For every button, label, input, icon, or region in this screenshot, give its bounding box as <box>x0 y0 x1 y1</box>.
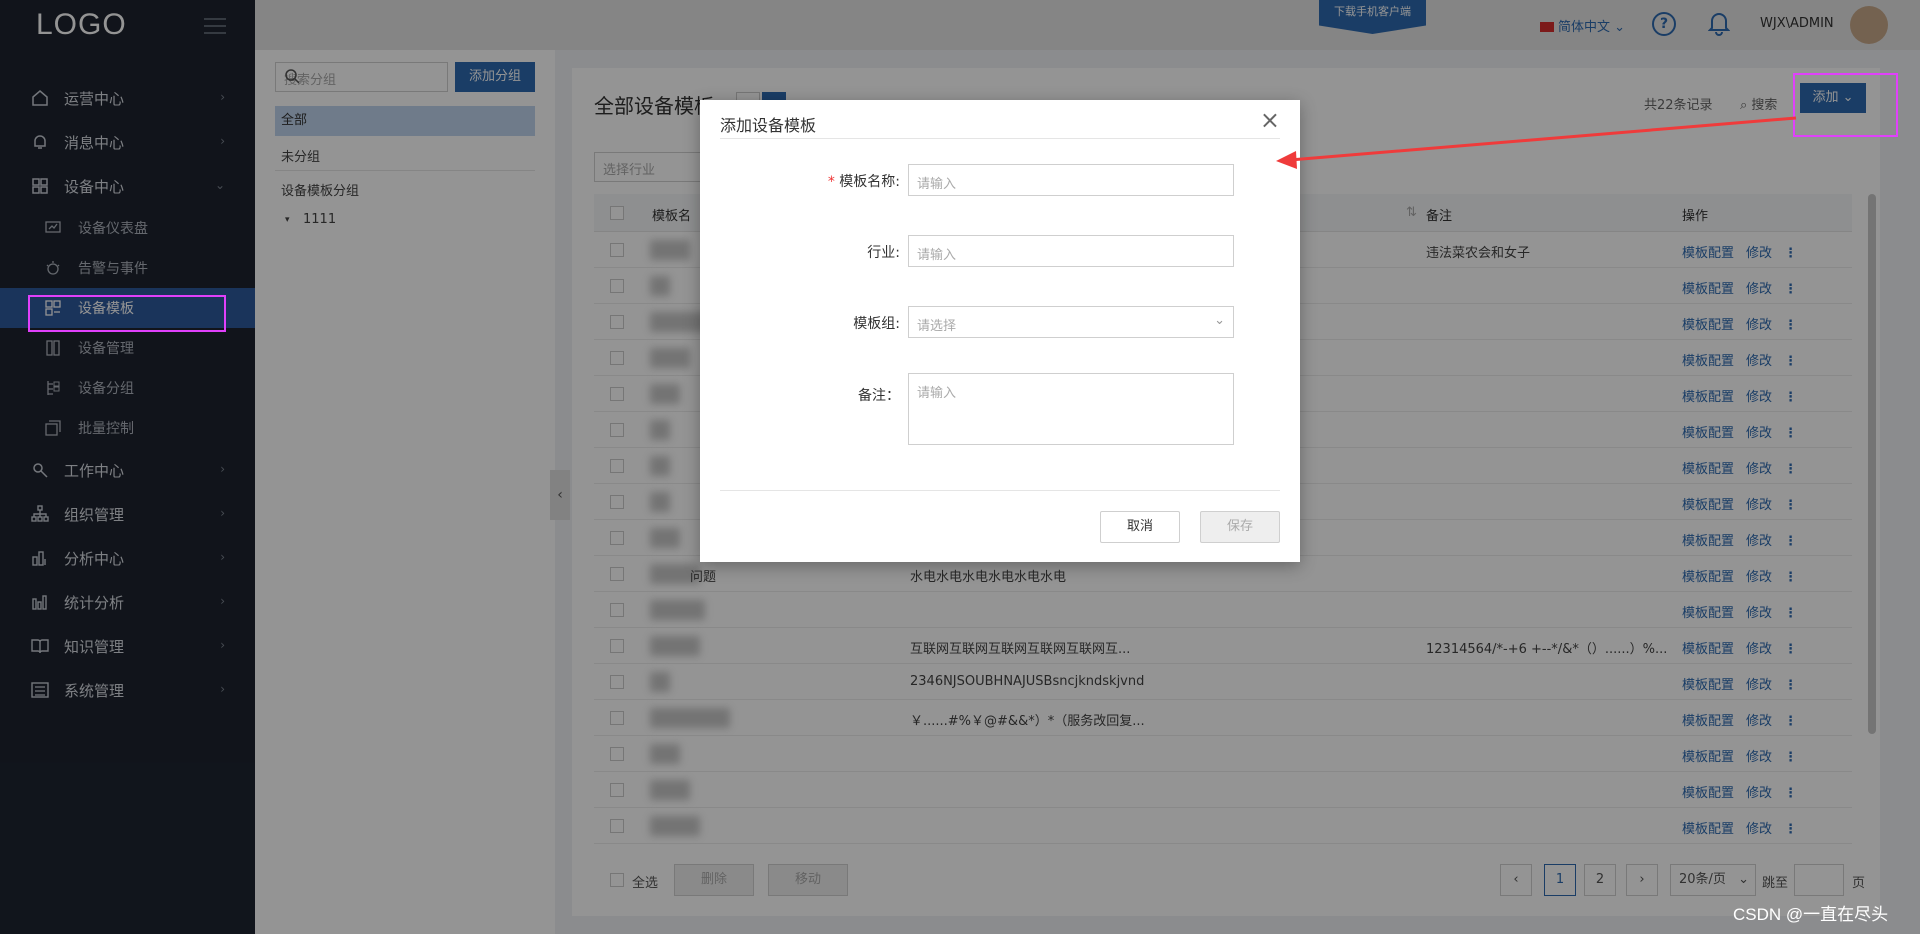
note-textarea[interactable]: 请输入 <box>908 373 1234 445</box>
template-group-label: 模板组: <box>853 316 900 332</box>
divider <box>720 490 1280 491</box>
modal-title: 添加设备模板 <box>720 116 817 135</box>
chevron-down-icon: ⌄ <box>1214 313 1225 328</box>
watermark: CSDN @一直在尽头 <box>1733 905 1889 924</box>
save-button[interactable]: 保存 <box>1200 511 1280 543</box>
sidebar-highlight <box>28 295 226 332</box>
industry-label: 行业: <box>867 245 900 261</box>
template-name-label-text: 模板名称: <box>839 174 900 190</box>
add-button-highlight <box>1793 73 1898 137</box>
industry-input[interactable]: 请输入 <box>908 235 1234 267</box>
close-icon[interactable]: × <box>1260 108 1280 132</box>
required-mark: * <box>827 174 835 190</box>
add-template-modal: 添加设备模板 × * 模板名称: 请输入 行业: 请输入 模板组: 请选择 ⌄ 备… <box>700 100 1300 562</box>
cancel-button[interactable]: 取消 <box>1100 511 1180 543</box>
template-group-select[interactable]: 请选择 ⌄ <box>908 306 1234 338</box>
template-name-input[interactable]: 请输入 <box>908 164 1234 196</box>
note-label: 备注： <box>858 388 900 404</box>
divider <box>720 138 1280 139</box>
template-group-placeholder: 请选择 <box>917 319 957 334</box>
template-name-label: * 模板名称: <box>700 171 900 191</box>
